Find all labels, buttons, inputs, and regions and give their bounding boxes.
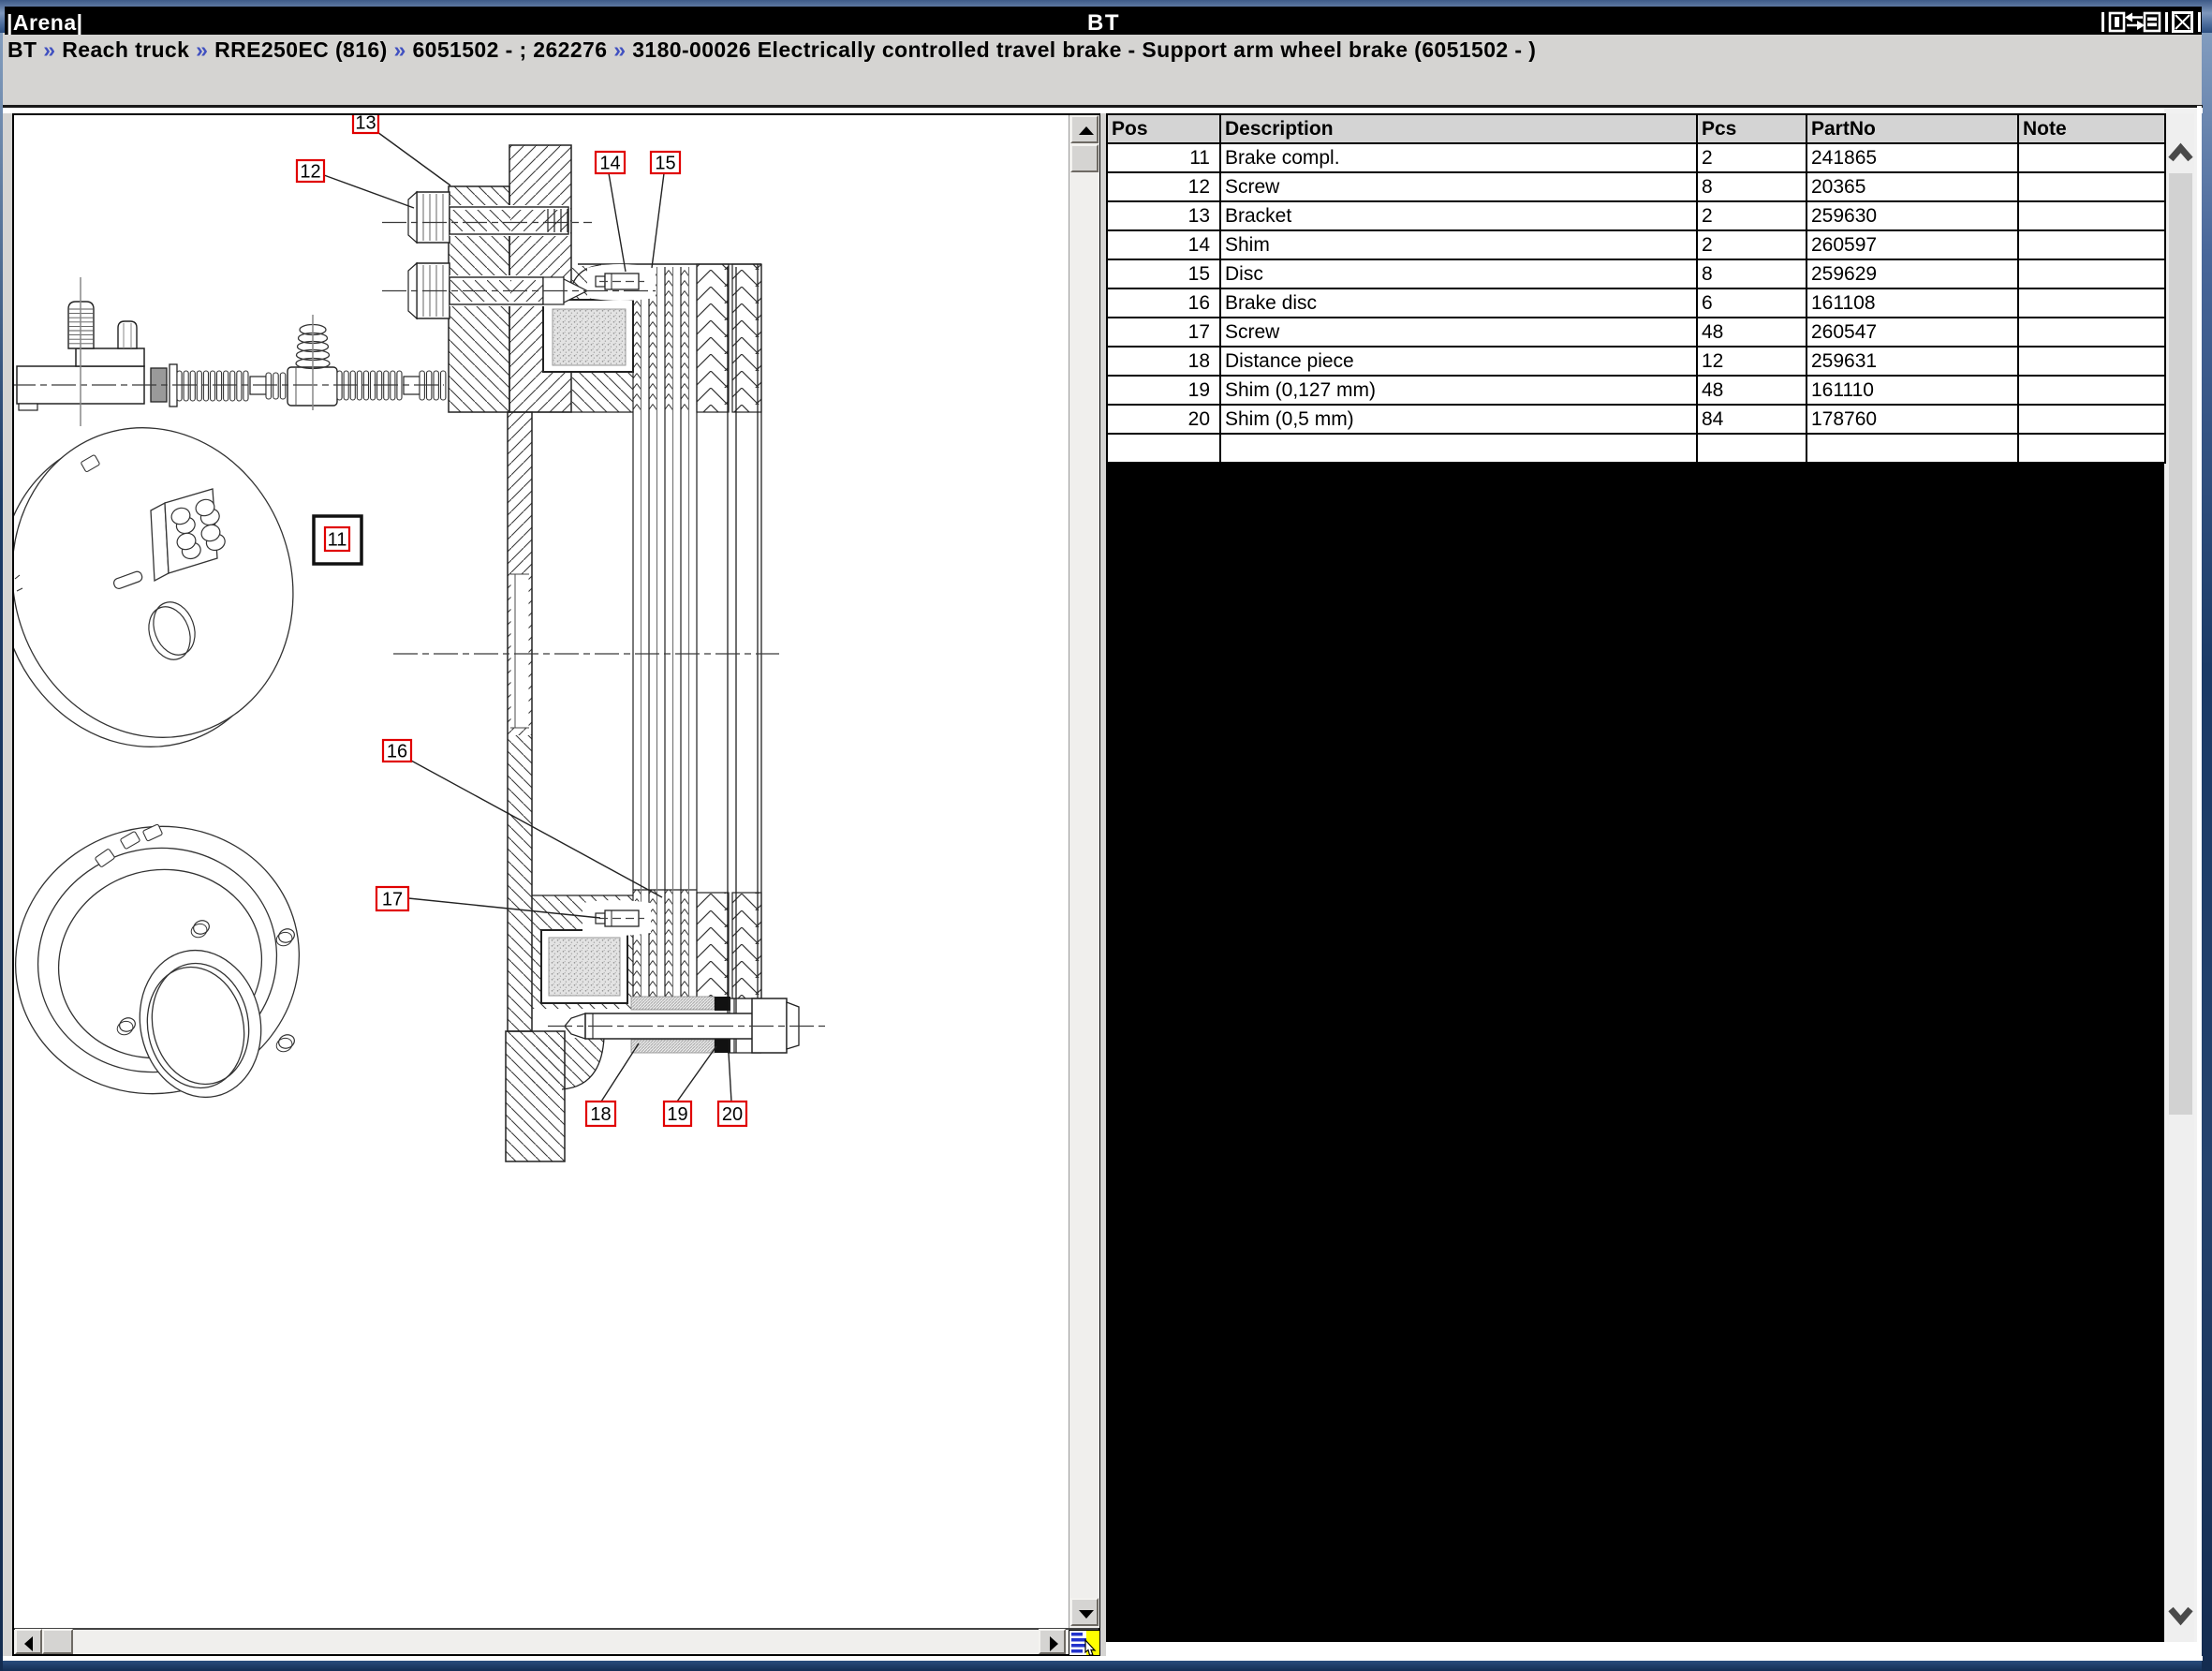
svg-text:15: 15 (655, 154, 675, 174)
svg-text:14: 14 (599, 154, 620, 174)
svg-text:19: 19 (667, 1104, 687, 1125)
svg-text:17: 17 (382, 890, 403, 910)
svg-text:20: 20 (722, 1104, 743, 1125)
svg-text:18: 18 (590, 1104, 611, 1125)
svg-text:16: 16 (387, 742, 407, 762)
svg-text:11: 11 (328, 530, 347, 551)
svg-text:12: 12 (300, 162, 320, 183)
svg-text:13: 13 (355, 115, 376, 134)
